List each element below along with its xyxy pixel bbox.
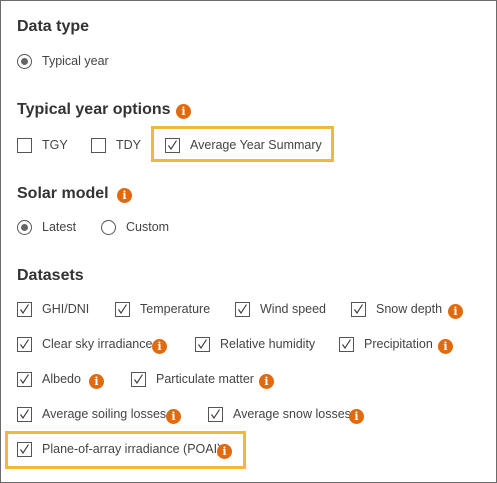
checkbox-clear-sky-irradiance-label: Clear sky irradiance [42,337,153,351]
checkmark-icon [118,304,127,314]
checkmark-icon [211,409,220,419]
checkbox-relative-humidity[interactable] [195,337,210,352]
info-icon[interactable]: i [259,374,274,389]
checkbox-albedo[interactable] [17,372,32,387]
checkmark-icon [198,339,207,349]
checkmark-icon [20,444,29,454]
checkbox-wind-speed[interactable] [235,302,250,317]
radio-custom[interactable] [101,220,116,235]
checkbox-particulate-matter-label: Particulate matter [156,372,254,386]
checkbox-average-soiling-losses[interactable] [17,407,32,422]
checkbox-precipitation[interactable] [339,337,354,352]
checkmark-icon [20,339,29,349]
datasets-heading: Datasets [17,267,84,284]
info-icon[interactable]: i [448,304,463,319]
checkmark-icon [342,339,351,349]
checkbox-precipitation-label: Precipitation [364,337,433,351]
info-icon[interactable]: i [349,409,364,424]
settings-panel: Data type Typical year Typical year opti… [0,0,497,483]
checkmark-icon [20,409,29,419]
checkmark-icon [20,304,29,314]
checkbox-poai[interactable] [17,442,32,457]
checkbox-average-year-summary-label: Average Year Summary [190,138,322,152]
checkbox-average-snow-losses-label: Average snow losses [233,407,351,421]
info-icon[interactable]: i [89,374,104,389]
checkbox-average-snow-losses[interactable] [208,407,223,422]
radio-typical-year[interactable] [17,54,32,69]
checkmark-icon [354,304,363,314]
checkbox-ghi-dni-label: GHI/DNI [42,302,90,316]
checkmark-icon [238,304,247,314]
info-icon[interactable]: i [117,188,132,203]
checkbox-clear-sky-irradiance[interactable] [17,337,32,352]
typical-year-options-heading: Typical year options [17,101,171,118]
checkbox-tdy[interactable] [91,138,106,153]
checkbox-temperature[interactable] [115,302,130,317]
info-icon[interactable]: i [217,444,232,459]
checkmark-icon [134,374,143,384]
checkbox-snow-depth-label: Snow depth [376,302,443,316]
radio-latest-label: Latest [42,220,77,234]
radio-latest[interactable] [17,220,32,235]
checkbox-tgy-label: TGY [42,138,68,152]
solar-model-heading: Solar model [17,185,109,202]
radio-typical-year-label: Typical year [42,54,109,68]
checkbox-snow-depth[interactable] [351,302,366,317]
info-icon[interactable]: i [438,339,453,354]
checkbox-tdy-label: TDY [116,138,141,152]
checkmark-icon [168,140,177,150]
info-icon[interactable]: i [176,104,191,119]
checkbox-albedo-label: Albedo [42,372,81,386]
info-icon[interactable]: i [166,409,181,424]
info-icon[interactable]: i [152,339,167,354]
checkbox-ghi-dni[interactable] [17,302,32,317]
checkbox-average-soiling-losses-label: Average soiling losses [42,407,167,421]
checkbox-average-year-summary[interactable] [165,138,180,153]
radio-custom-label: Custom [126,220,170,234]
checkbox-poai-label: Plane-of-array irradiance (POAI) [42,442,222,456]
checkbox-relative-humidity-label: Relative humidity [220,337,316,351]
checkmark-icon [20,374,29,384]
checkbox-wind-speed-label: Wind speed [260,302,327,316]
data-type-heading: Data type [17,18,90,35]
radio-selected-dot [21,58,28,65]
checkbox-temperature-label: Temperature [140,302,211,316]
radio-selected-dot [21,224,28,231]
checkbox-particulate-matter[interactable] [131,372,146,387]
checkbox-tgy[interactable] [17,138,32,153]
